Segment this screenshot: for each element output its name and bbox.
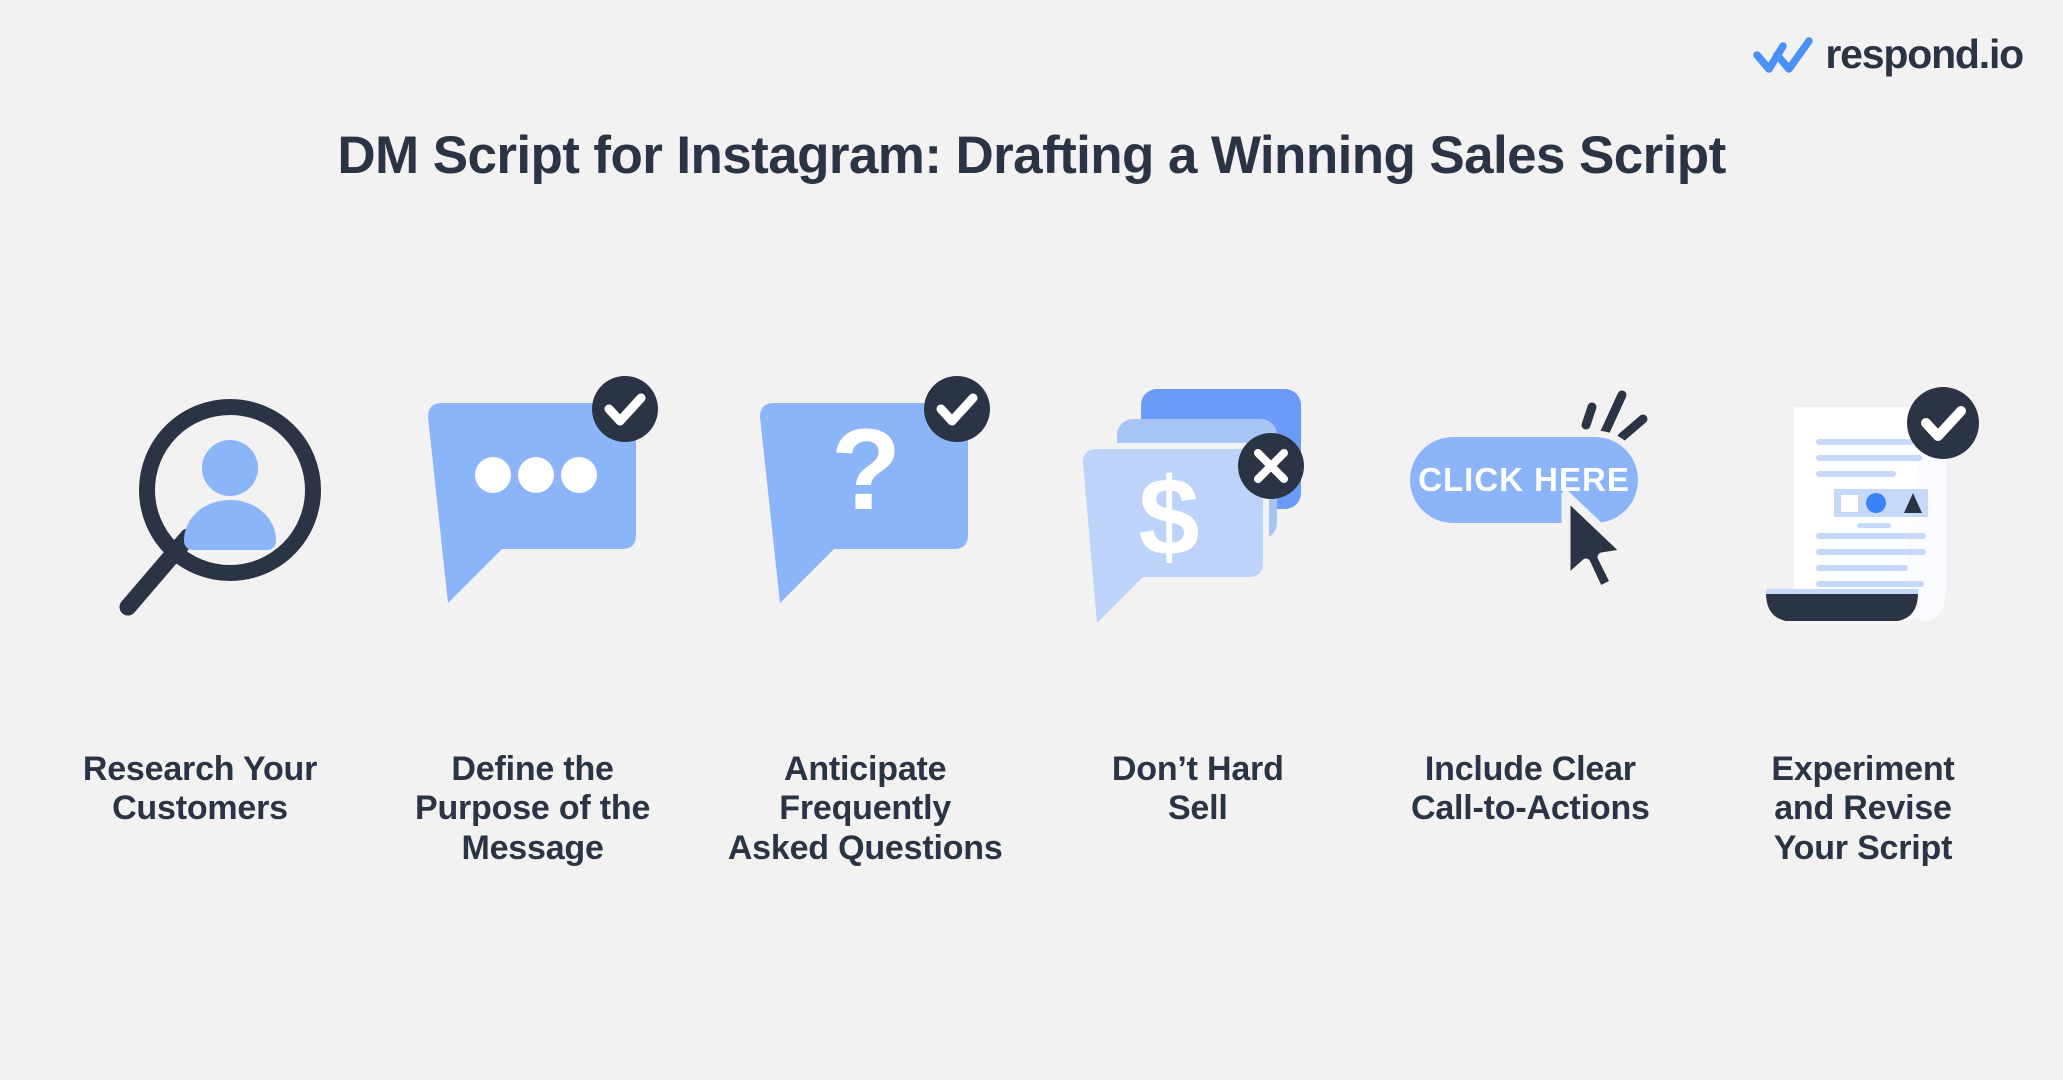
- step-label: Anticipate Frequently Asked Questions: [727, 750, 1003, 867]
- stacked-bubbles-dollar-icon: $: [1038, 380, 1358, 640]
- step-label: Define the Purpose of the Message: [414, 750, 651, 867]
- step-label: Research Your Customers: [82, 750, 318, 828]
- document-scroll-icon: [1703, 380, 2023, 640]
- step-label: Experiment and Revise Your Script: [1771, 750, 1955, 867]
- step-dont-hard-sell: $ Don’t Hard Sell: [1038, 380, 1358, 829]
- magnifier-person-icon: [40, 380, 360, 640]
- step-label: Include Clear Call-to-Actions: [1410, 750, 1650, 828]
- logo-text: respond.io: [1825, 31, 2024, 77]
- x-badge-icon: [1237, 433, 1304, 499]
- svg-text:?: ?: [831, 406, 901, 534]
- brand-logo: respond.io: [1753, 31, 2024, 77]
- click-here-label: CLICK HERE: [1419, 461, 1631, 498]
- chat-bubble-question-icon: ?: [705, 376, 1025, 640]
- step-label: Don’t Hard Sell: [1111, 750, 1284, 828]
- check-badge-icon: [924, 376, 991, 442]
- chat-bubble-ellipsis-icon: [373, 376, 693, 640]
- step-define-purpose: Define the Purpose of the Message: [373, 376, 693, 868]
- double-check-icon: [1753, 36, 1814, 73]
- click-here-button-cursor-icon: CLICK HERE: [1370, 380, 1690, 640]
- page-title: DM Script for Instagram: Drafting a Winn…: [337, 126, 1726, 185]
- step-clear-ctas: CLICK HERE Include Clear Call-to-Actions: [1370, 380, 1690, 829]
- check-badge-icon: [591, 376, 658, 442]
- step-anticipate-faq: ? Anticipate Frequently Asked Questions: [705, 376, 1025, 868]
- steps-row: Research Your Customers Define the Purpo…: [40, 376, 2023, 868]
- svg-text:$: $: [1138, 456, 1199, 579]
- check-badge-icon: [1906, 387, 1979, 459]
- step-research-customers: Research Your Customers: [40, 380, 360, 829]
- step-experiment-revise: Experiment and Revise Your Script: [1703, 380, 2023, 868]
